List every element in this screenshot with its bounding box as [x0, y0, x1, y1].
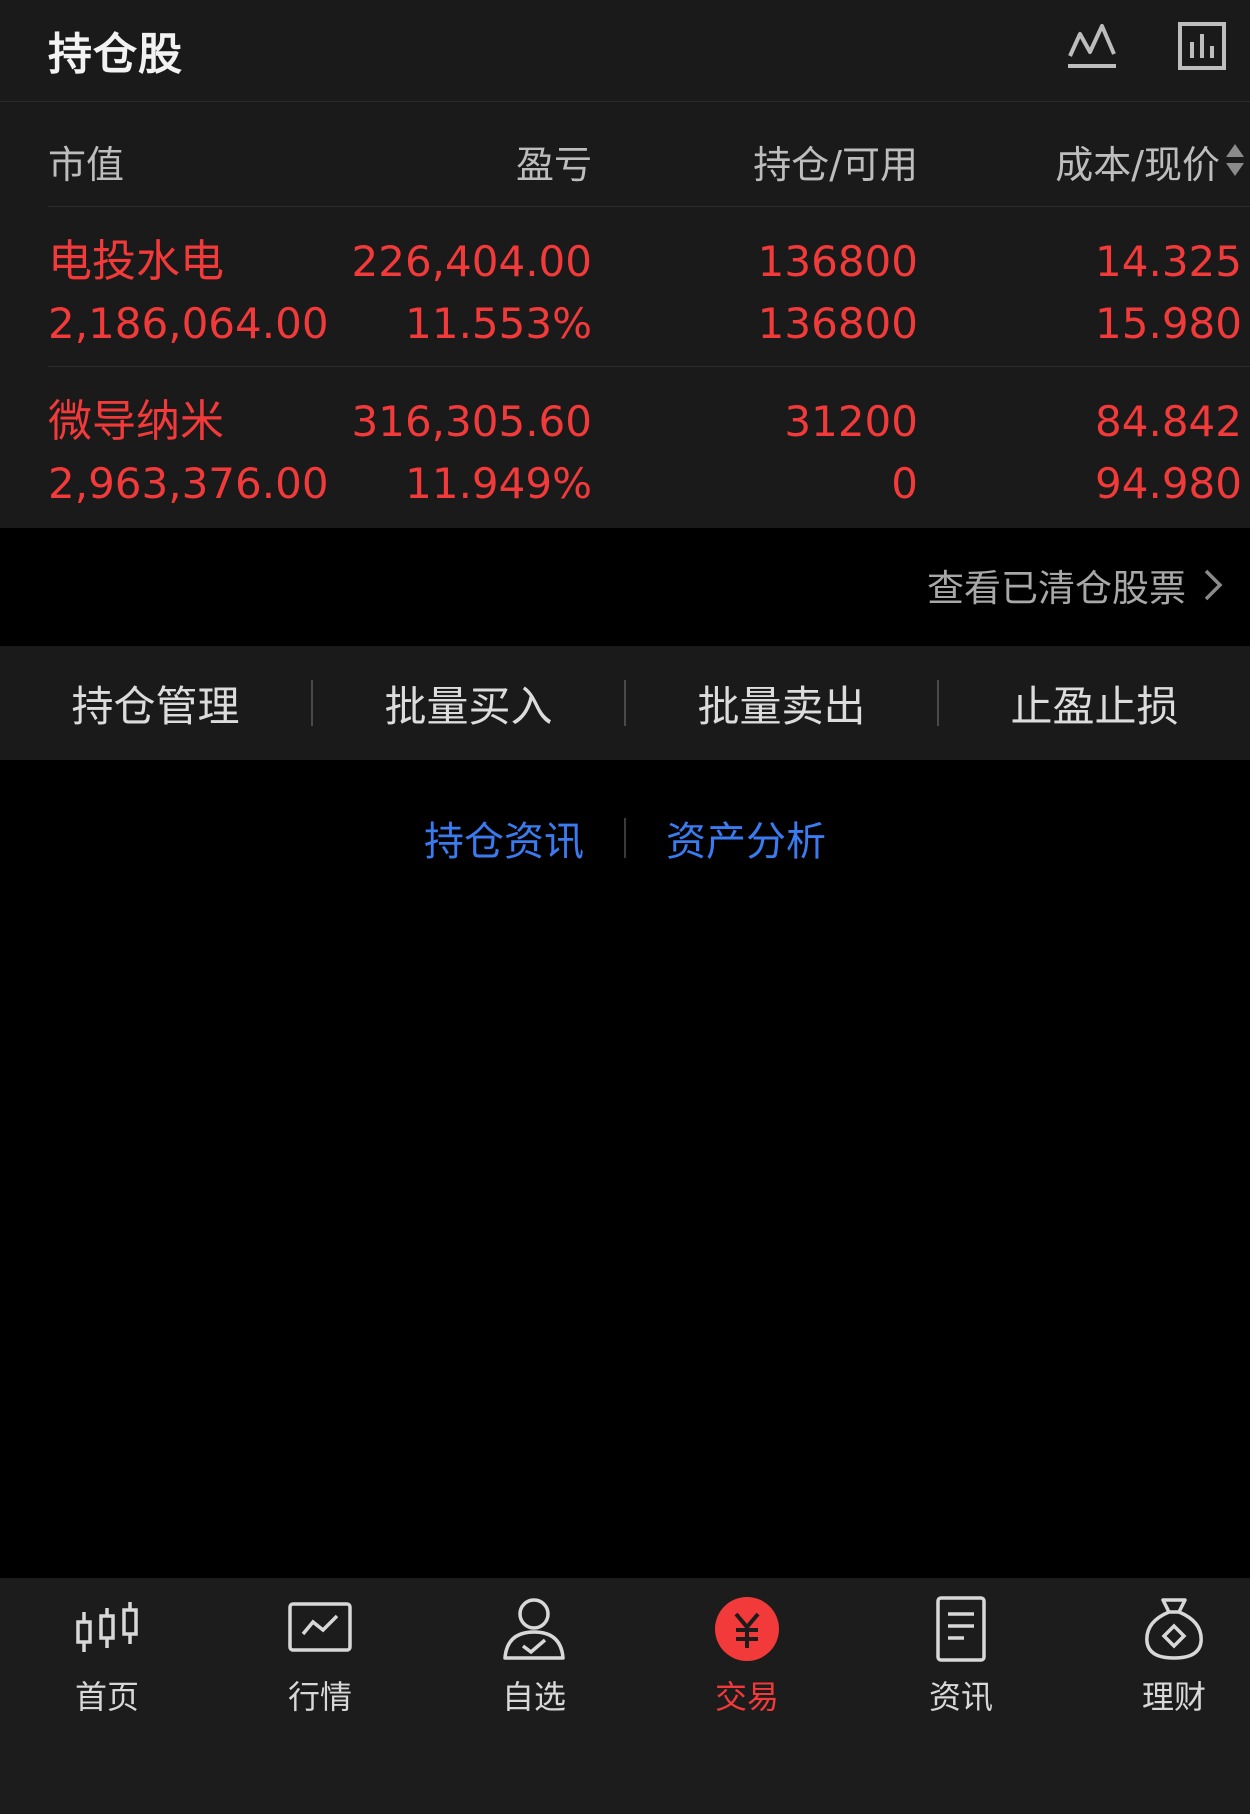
nav-item-trade[interactable]: 交易 [677, 1594, 817, 1718]
holding-quantity: 31200 [784, 397, 918, 446]
holdings-actions-bar: 持仓管理 批量买入 批量卖出 止盈止损 [0, 646, 1250, 760]
take-profit-stop-loss-button[interactable]: 止盈止损 [939, 673, 1250, 734]
available-quantity: 0 [891, 459, 918, 508]
holding-quantity: 136800 [757, 237, 918, 286]
header-bar: 持仓股 [0, 0, 1250, 102]
column-header-holding-available: 持仓/可用 [753, 143, 918, 187]
row-divider [48, 206, 1250, 207]
nav-item-watchlist[interactable]: 自选 [464, 1594, 604, 1718]
column-header-cost-price[interactable]: 成本/现价 [1055, 134, 1220, 189]
chevron-right-icon [1204, 569, 1223, 601]
nav-label: 理财 [1141, 1678, 1206, 1716]
table-row[interactable]: 电投水电 2,186,064.00 226,404.00 11.553% 136… [0, 208, 1250, 366]
cost-price: 84.842 [1095, 397, 1242, 446]
row-divider [48, 366, 1250, 367]
position-management-button[interactable]: 持仓管理 [0, 673, 311, 734]
stock-name: 电投水电 [48, 236, 224, 287]
holdings-table: 市值 盈亏 持仓/可用 成本/现价 电投水电 2,186,064.00 226,… [0, 102, 1250, 528]
nav-label: 自选 [501, 1678, 566, 1716]
bar-chart-toggle-button[interactable] [1176, 20, 1228, 72]
yuan-trade-icon [715, 1597, 779, 1661]
info-links: 持仓资讯 资产分析 [0, 808, 1250, 868]
news-document-icon [936, 1596, 986, 1662]
stock-name: 微导纳米 [48, 396, 224, 447]
nav-label: 交易 [714, 1678, 779, 1716]
market-chart-icon [288, 1602, 352, 1652]
line-chart-toggle-button[interactable] [1066, 20, 1118, 72]
page-title: 持仓股 [48, 29, 183, 80]
holdings-news-link[interactable]: 持仓资讯 [424, 809, 584, 867]
profit-loss-percent: 11.553% [405, 299, 592, 348]
view-cleared-stocks-link[interactable]: 查看已清仓股票 [927, 558, 1226, 612]
nav-label: 首页 [74, 1678, 139, 1716]
asset-analysis-link[interactable]: 资产分析 [666, 809, 826, 867]
nav-item-market[interactable]: 行情 [250, 1594, 390, 1718]
nav-item-news[interactable]: 资讯 [891, 1594, 1031, 1718]
column-header-profit-loss: 盈亏 [515, 143, 592, 187]
view-cleared-stocks-label: 查看已清仓股票 [927, 567, 1186, 610]
nav-label: 资讯 [928, 1678, 993, 1716]
nav-label: 行情 [287, 1678, 352, 1716]
batch-sell-button[interactable]: 批量卖出 [626, 673, 937, 734]
nav-item-home[interactable]: 首页 [37, 1594, 177, 1718]
available-quantity: 136800 [757, 299, 918, 348]
cost-price: 14.325 [1095, 237, 1242, 286]
profit-loss-percent: 11.949% [405, 459, 592, 508]
link-divider [624, 818, 626, 858]
batch-buy-button[interactable]: 批量买入 [313, 673, 624, 734]
table-row[interactable]: 微导纳米 2,963,376.00 316,305.60 11.949% 312… [0, 368, 1250, 526]
watchlist-user-icon [503, 1598, 565, 1660]
market-value: 2,186,064.00 [48, 299, 329, 348]
nav-item-wealth[interactable]: 理财 [1104, 1594, 1244, 1718]
sort-icon[interactable] [1224, 140, 1246, 180]
money-bag-icon [1145, 1598, 1203, 1660]
profit-loss-amount: 226,404.00 [351, 237, 592, 286]
line-chart-icon [1068, 24, 1116, 68]
current-price: 15.980 [1095, 299, 1242, 348]
profit-loss-amount: 316,305.60 [351, 397, 592, 446]
candlestick-icon [76, 1602, 138, 1652]
column-header-market-value: 市值 [48, 143, 125, 187]
market-value: 2,963,376.00 [48, 459, 329, 508]
bar-chart-icon [1178, 22, 1226, 70]
current-price: 94.980 [1095, 459, 1242, 508]
bottom-nav: 首页 行情 自选 交易 资讯 理财 [0, 1578, 1250, 1814]
